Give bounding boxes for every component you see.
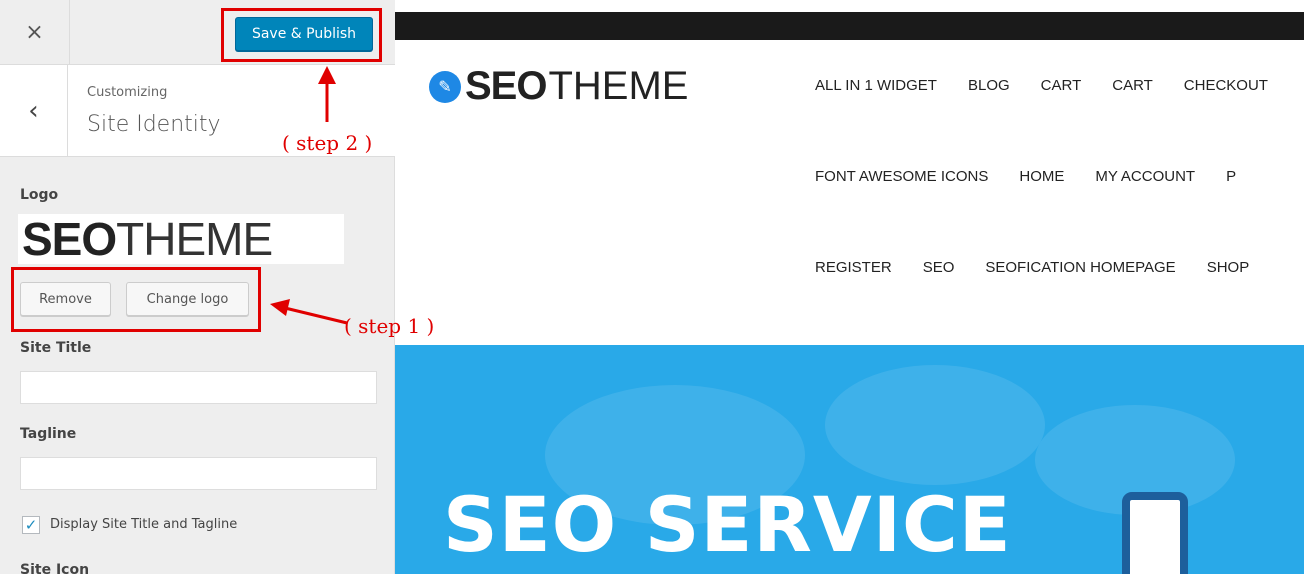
step1-arrowhead-icon — [270, 299, 290, 316]
step2-arrowhead-icon — [318, 66, 336, 84]
step1-label: ( step 1 ) — [344, 314, 435, 338]
annotation-arrows — [270, 66, 348, 325]
step1-arrow-icon — [284, 306, 348, 325]
step2-label: ( step 2 ) — [282, 131, 373, 155]
